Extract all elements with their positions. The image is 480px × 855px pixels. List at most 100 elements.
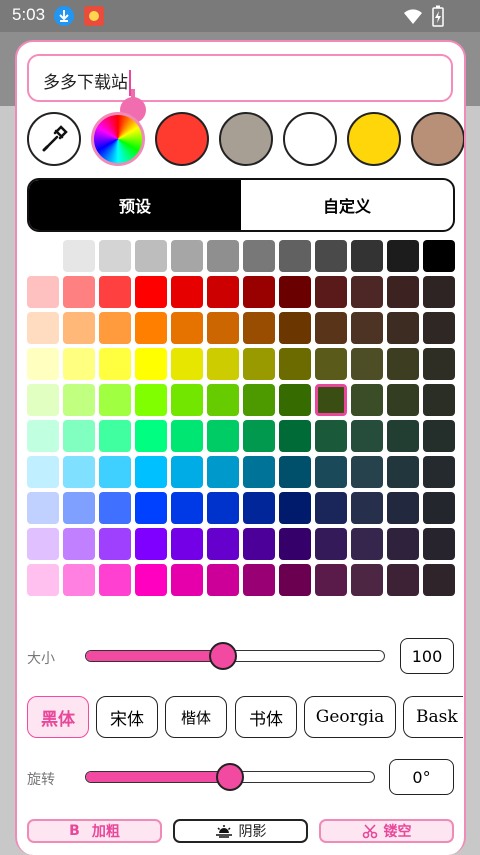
palette-cell[interactable] <box>63 456 95 488</box>
palette-cell[interactable] <box>279 492 311 524</box>
palette-cell[interactable] <box>387 456 419 488</box>
palette-cell[interactable] <box>243 456 275 488</box>
palette-cell[interactable] <box>387 528 419 560</box>
palette-cell[interactable] <box>63 420 95 452</box>
palette-cell[interactable] <box>315 384 347 416</box>
palette-cell[interactable] <box>423 384 455 416</box>
palette-cell[interactable] <box>351 276 383 308</box>
palette-cell[interactable] <box>423 276 455 308</box>
palette-cell[interactable] <box>135 276 167 308</box>
palette-cell[interactable] <box>27 276 59 308</box>
palette-cell[interactable] <box>423 456 455 488</box>
palette-cell[interactable] <box>27 564 59 596</box>
swatch-white[interactable] <box>283 112 337 166</box>
palette-cell[interactable] <box>315 528 347 560</box>
palette-cell[interactable] <box>207 384 239 416</box>
palette-cell[interactable] <box>423 420 455 452</box>
palette-cell[interactable] <box>387 348 419 380</box>
palette-cell[interactable] <box>171 240 203 272</box>
palette-cell[interactable] <box>351 564 383 596</box>
font-heiti[interactable]: 黑体 <box>27 696 89 738</box>
palette-cell[interactable] <box>171 528 203 560</box>
palette-cell[interactable] <box>243 276 275 308</box>
palette-cell[interactable] <box>207 564 239 596</box>
palette-cell[interactable] <box>171 420 203 452</box>
palette-cell[interactable] <box>99 564 131 596</box>
palette-cell[interactable] <box>207 240 239 272</box>
palette-cell[interactable] <box>351 528 383 560</box>
palette-cell[interactable] <box>99 348 131 380</box>
palette-cell[interactable] <box>423 348 455 380</box>
palette-cell[interactable] <box>99 456 131 488</box>
palette-cell[interactable] <box>135 564 167 596</box>
palette-cell[interactable] <box>135 384 167 416</box>
palette-cell[interactable] <box>351 492 383 524</box>
palette-cell[interactable] <box>315 276 347 308</box>
shadow-button[interactable]: 阴影 <box>173 819 308 843</box>
palette-cell[interactable] <box>63 348 95 380</box>
palette-cell[interactable] <box>171 312 203 344</box>
palette-cell[interactable] <box>279 384 311 416</box>
color-wheel-button[interactable] <box>91 112 145 166</box>
palette-cell[interactable] <box>207 420 239 452</box>
palette-cell[interactable] <box>351 312 383 344</box>
palette-cell[interactable] <box>423 492 455 524</box>
palette-cell[interactable] <box>99 312 131 344</box>
palette-cell[interactable] <box>171 564 203 596</box>
palette-cell[interactable] <box>207 276 239 308</box>
palette-cell[interactable] <box>135 312 167 344</box>
tab-preset[interactable]: 预设 <box>29 180 241 230</box>
font-songti[interactable]: 宋体 <box>96 696 158 738</box>
palette-cell[interactable] <box>279 420 311 452</box>
palette-cell[interactable] <box>63 384 95 416</box>
font-bask[interactable]: Bask <box>403 696 463 738</box>
palette-cell[interactable] <box>27 312 59 344</box>
palette-cell[interactable] <box>351 348 383 380</box>
palette-cell[interactable] <box>279 456 311 488</box>
palette-cell[interactable] <box>135 456 167 488</box>
palette-cell[interactable] <box>171 492 203 524</box>
palette-cell[interactable] <box>27 420 59 452</box>
palette-cell[interactable] <box>315 312 347 344</box>
palette-cell[interactable] <box>279 348 311 380</box>
palette-cell[interactable] <box>63 528 95 560</box>
palette-cell[interactable] <box>243 528 275 560</box>
palette-cell[interactable] <box>279 276 311 308</box>
text-input[interactable]: 多多下载站 <box>27 54 453 102</box>
palette-cell[interactable] <box>207 528 239 560</box>
palette-cell[interactable] <box>315 348 347 380</box>
palette-cell[interactable] <box>387 276 419 308</box>
palette-cell[interactable] <box>63 276 95 308</box>
palette-cell[interactable] <box>243 420 275 452</box>
palette-cell[interactable] <box>99 276 131 308</box>
palette-cell[interactable] <box>279 240 311 272</box>
palette-cell[interactable] <box>99 384 131 416</box>
swatch-yellow[interactable] <box>347 112 401 166</box>
palette-cell[interactable] <box>171 456 203 488</box>
rotate-value[interactable]: 0° <box>389 759 454 795</box>
palette-cell[interactable] <box>27 456 59 488</box>
palette-cell[interactable] <box>99 240 131 272</box>
swatch-brown[interactable] <box>411 112 464 166</box>
palette-cell[interactable] <box>387 564 419 596</box>
swatch-red[interactable] <box>155 112 209 166</box>
palette-cell[interactable] <box>315 564 347 596</box>
palette-cell[interactable] <box>279 564 311 596</box>
palette-cell[interactable] <box>27 384 59 416</box>
palette-cell[interactable] <box>27 492 59 524</box>
palette-cell[interactable] <box>387 240 419 272</box>
palette-cell[interactable] <box>99 492 131 524</box>
hollow-button[interactable]: 镂空 <box>319 819 454 843</box>
palette-cell[interactable] <box>27 528 59 560</box>
palette-cell[interactable] <box>315 456 347 488</box>
palette-cell[interactable] <box>171 384 203 416</box>
font-shuti[interactable]: 书体 <box>235 696 297 738</box>
swatch-gray[interactable] <box>219 112 273 166</box>
eyedropper-button[interactable] <box>27 112 81 166</box>
size-slider-thumb[interactable] <box>209 642 237 670</box>
palette-cell[interactable] <box>387 492 419 524</box>
palette-cell[interactable] <box>351 240 383 272</box>
palette-cell[interactable] <box>171 348 203 380</box>
palette-cell[interactable] <box>171 276 203 308</box>
palette-cell[interactable] <box>243 384 275 416</box>
